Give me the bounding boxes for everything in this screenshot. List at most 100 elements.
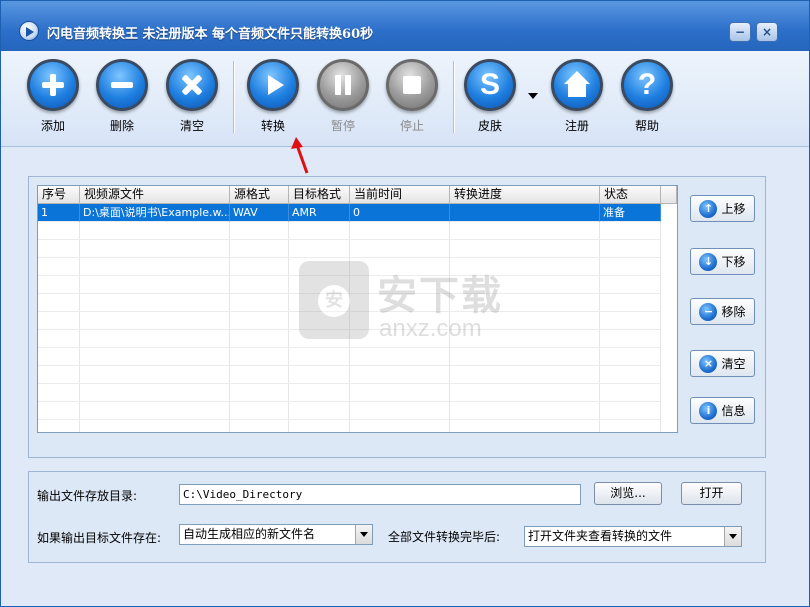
clear-label: 清空 [179, 119, 204, 133]
empty-cell [38, 384, 80, 402]
empty-cell [230, 276, 289, 294]
empty-cell [289, 420, 350, 432]
row-index: 1 [38, 204, 80, 222]
output-dir-input[interactable]: C:\Video_Directory [179, 484, 581, 505]
empty-row [38, 222, 677, 240]
empty-cell [230, 294, 289, 312]
empty-row [38, 366, 677, 384]
empty-cell [600, 330, 661, 348]
empty-cell [38, 402, 80, 420]
empty-cell [230, 348, 289, 366]
stop-label: 停止 [399, 119, 424, 133]
annotation-arrow-icon [291, 137, 309, 174]
empty-cell [230, 258, 289, 276]
skin-button[interactable]: S 皮肤 [460, 59, 520, 134]
skin-label: 皮肤 [477, 119, 502, 133]
pause-icon [317, 59, 369, 111]
convert-label: 转换 [260, 119, 285, 133]
file-exists-value: 自动生成相应的新文件名 [183, 527, 316, 541]
column-header[interactable]: 状态 [600, 186, 661, 203]
row-source-format: WAV [230, 204, 289, 222]
toolbar: 添加 删除 清空 转换 暂停 停止 S 皮肤 注册 ? 帮助 [1, 51, 809, 147]
skin-dropdown-icon[interactable] [528, 93, 538, 99]
column-header[interactable]: 视频源文件 [80, 186, 230, 203]
register-label: 注册 [564, 119, 589, 133]
title-bar: 闪电音频转换王 未注册版本 每个音频文件只能转换60秒 − × [1, 1, 809, 51]
empty-cell [80, 240, 230, 258]
chevron-down-icon[interactable] [724, 527, 741, 546]
minus-icon [96, 59, 148, 111]
column-header[interactable]: 当前时间 [350, 186, 450, 203]
plus-icon [27, 59, 79, 111]
empty-cell [289, 384, 350, 402]
watermark-subtitle: anxz.com [379, 315, 482, 342]
empty-cell [38, 276, 80, 294]
info-label: 信息 [721, 404, 746, 418]
empty-cell [230, 240, 289, 258]
empty-cell [38, 240, 80, 258]
empty-cell [230, 384, 289, 402]
empty-cell [230, 312, 289, 330]
help-label: 帮助 [634, 119, 659, 133]
help-button[interactable]: ? 帮助 [617, 59, 677, 134]
empty-cell [80, 312, 230, 330]
empty-cell [80, 222, 230, 240]
empty-cell [450, 222, 600, 240]
open-button[interactable]: 打开 [681, 482, 742, 505]
empty-row [38, 420, 677, 432]
empty-cell [600, 222, 661, 240]
empty-cell [350, 402, 450, 420]
empty-cell [450, 240, 600, 258]
column-header[interactable]: 源格式 [230, 186, 289, 203]
clear-button[interactable]: 清空 [162, 59, 222, 134]
close-button[interactable]: × [756, 22, 778, 42]
row-current-time: 0 [350, 204, 450, 222]
convert-button[interactable]: 转换 [243, 59, 303, 134]
empty-cell [80, 402, 230, 420]
pause-button[interactable]: 暂停 [313, 59, 373, 134]
home-icon [551, 59, 603, 111]
empty-cell [600, 420, 661, 432]
stop-button[interactable]: 停止 [382, 59, 442, 134]
toolbar-separator [453, 61, 454, 133]
add-button[interactable]: 添加 [23, 59, 83, 134]
empty-cell [450, 384, 600, 402]
minimize-button[interactable]: − [729, 22, 751, 42]
clear-list-button[interactable]: × 清空 [690, 350, 755, 377]
toolbar-separator [233, 61, 234, 133]
empty-cell [600, 258, 661, 276]
empty-cell [600, 276, 661, 294]
info-icon: i [699, 401, 718, 420]
table-row[interactable]: 1 D:\桌面\说明书\Example.w... WAV AMR 0 准备 [38, 204, 677, 222]
empty-cell [230, 420, 289, 432]
delete-button[interactable]: 删除 [92, 59, 152, 134]
after-convert-select[interactable]: 打开文件夹查看转换的文件 [524, 526, 742, 547]
column-header[interactable]: 序号 [38, 186, 80, 203]
browse-button[interactable]: 浏览... [594, 482, 662, 505]
empty-cell [600, 240, 661, 258]
column-header[interactable]: 转换进度 [450, 186, 600, 203]
output-dir-label: 输出文件存放目录: [37, 489, 138, 503]
x-icon [166, 59, 218, 111]
arrow-up-icon: ↑ [699, 199, 718, 218]
after-convert-label: 全部文件转换完毕后: [388, 530, 501, 544]
info-button[interactable]: i 信息 [690, 397, 755, 424]
empty-cell [450, 420, 600, 432]
column-header[interactable]: 目标格式 [289, 186, 350, 203]
move-down-button[interactable]: ↓ 下移 [690, 248, 755, 275]
empty-cell [80, 276, 230, 294]
move-up-button[interactable]: ↑ 上移 [690, 195, 755, 222]
empty-cell [230, 330, 289, 348]
window-title: 闪电音频转换王 未注册版本 每个音频文件只能转换60秒 [47, 27, 374, 42]
empty-cell [80, 384, 230, 402]
chevron-down-icon[interactable] [355, 525, 372, 544]
play-icon [247, 59, 299, 111]
remove-button[interactable]: − 移除 [690, 298, 755, 325]
empty-cell [350, 420, 450, 432]
register-button[interactable]: 注册 [547, 59, 607, 134]
clear-list-label: 清空 [721, 357, 746, 371]
watermark-bag-icon: 安 [299, 261, 369, 339]
move-up-label: 上移 [721, 202, 746, 216]
file-exists-select[interactable]: 自动生成相应的新文件名 [179, 524, 373, 545]
empty-cell [80, 420, 230, 432]
